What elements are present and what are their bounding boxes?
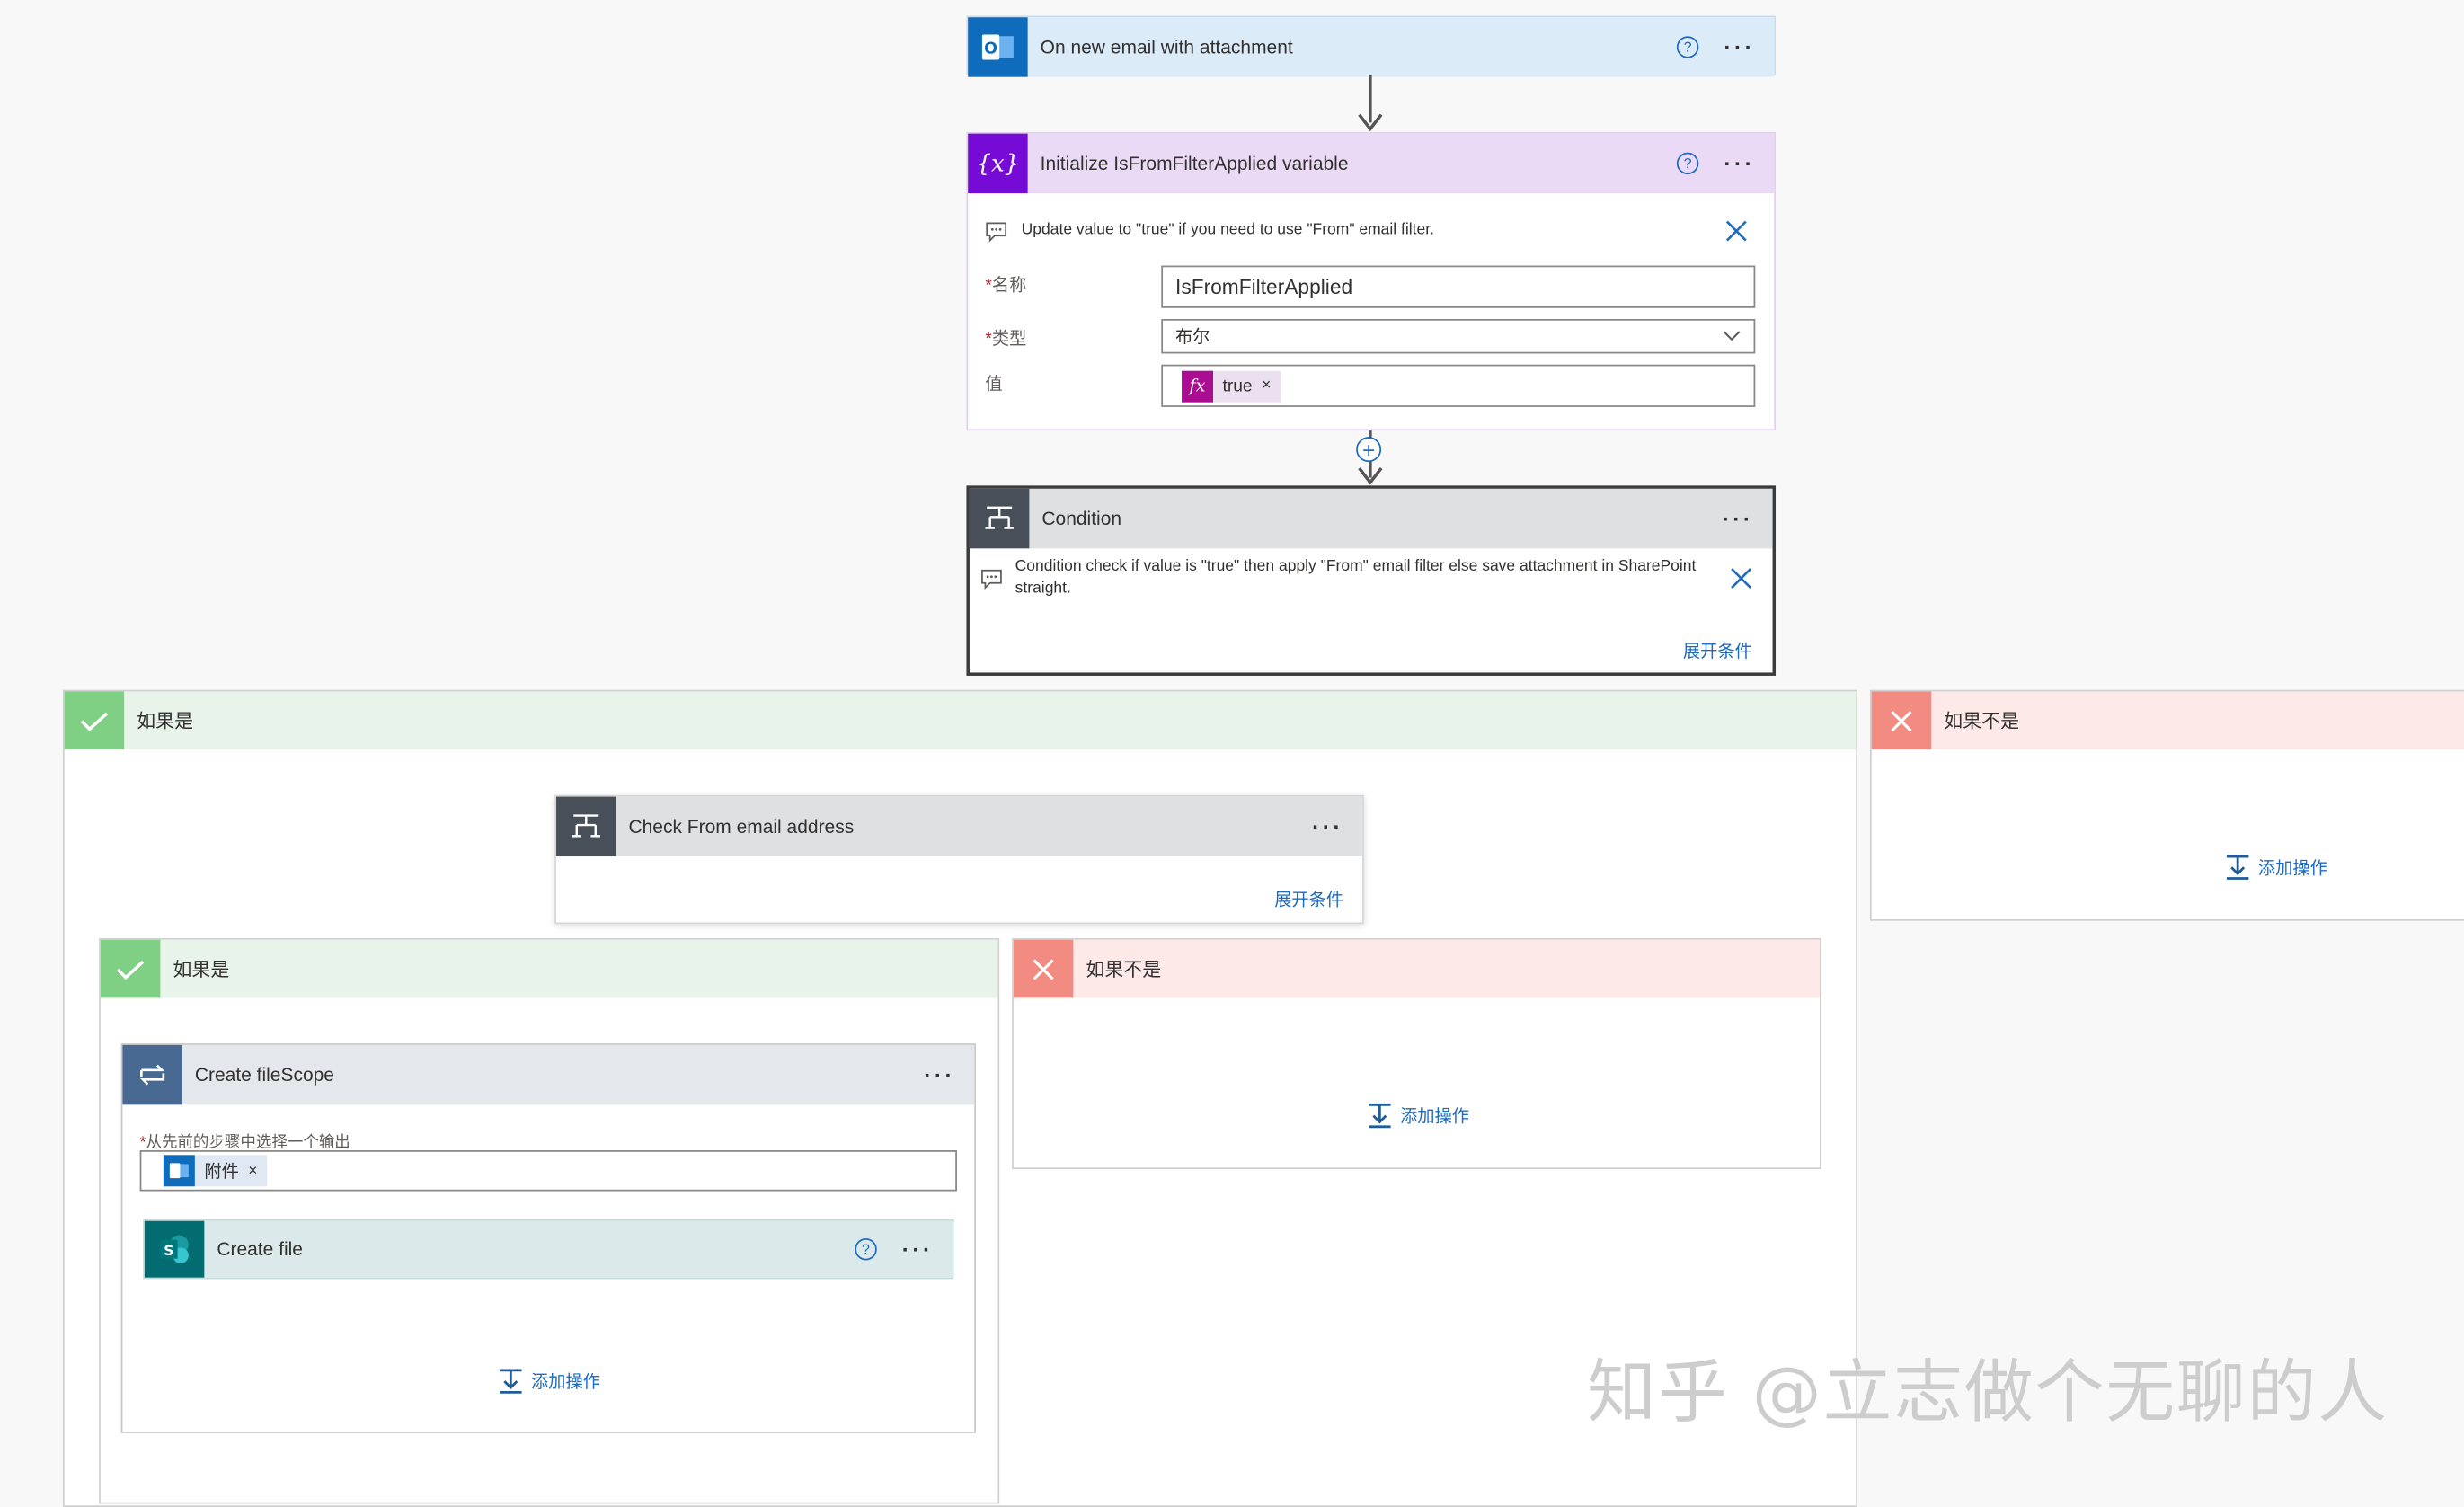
flow-canvas: O On new email with attachment ? ··· {x}… bbox=[0, 0, 2464, 1507]
select-output-input[interactable]: 附件 × bbox=[139, 1150, 957, 1192]
check-from-card[interactable]: Check From email address ··· 展开条件 bbox=[554, 794, 1364, 925]
value-input[interactable]: fx true × bbox=[1161, 364, 1756, 407]
name-input[interactable]: IsFromFilterApplied bbox=[1161, 265, 1756, 308]
check-icon bbox=[100, 939, 161, 998]
token-remove-icon[interactable]: × bbox=[248, 1162, 267, 1179]
comment-text: Update value to "true" if you need to us… bbox=[1021, 221, 1434, 239]
create-scope-card[interactable]: Create fileScope ··· *从先前的步骤中选择一个输出 附件 ×… bbox=[120, 1043, 976, 1433]
outlook-icon: O bbox=[968, 17, 1028, 77]
arrow-down-icon bbox=[1358, 467, 1383, 485]
trigger-card[interactable]: O On new email with attachment ? ··· bbox=[966, 15, 1777, 77]
close-comment-icon[interactable] bbox=[1725, 220, 1747, 242]
expression-token[interactable]: fx true × bbox=[1182, 369, 1281, 402]
chevron-down-icon bbox=[1723, 331, 1741, 341]
attachment-token[interactable]: 附件 × bbox=[163, 1155, 268, 1187]
token-text: 附件 bbox=[204, 1163, 239, 1183]
type-select[interactable]: 布尔 bbox=[1161, 318, 1756, 354]
branch-no-header[interactable]: 如果不是 bbox=[1871, 691, 2464, 750]
svg-text:O: O bbox=[984, 40, 997, 58]
branch-yes-header[interactable]: 如果是 bbox=[64, 691, 1857, 750]
create-file-card[interactable]: S Create file ? ··· bbox=[143, 1219, 954, 1280]
more-menu-icon[interactable]: ··· bbox=[902, 1237, 934, 1262]
add-action-icon bbox=[1369, 1103, 1391, 1129]
trigger-header[interactable]: O On new email with attachment ? ··· bbox=[968, 17, 1775, 77]
name-label: *名称 bbox=[985, 276, 1027, 296]
condition-header[interactable]: Condition ··· bbox=[969, 488, 1773, 549]
expand-condition-link[interactable]: 展开条件 bbox=[1274, 886, 1343, 911]
branch-yes-title: 如果是 bbox=[137, 710, 194, 732]
loop-icon bbox=[122, 1044, 182, 1105]
comment-icon bbox=[986, 222, 1007, 243]
branch-no: 如果不是 添加操作 bbox=[1869, 689, 2464, 921]
plus-icon: + bbox=[1361, 437, 1376, 463]
svg-text:S: S bbox=[164, 1242, 173, 1259]
variable-icon: {x} bbox=[968, 133, 1028, 194]
fx-icon: fx bbox=[1182, 369, 1213, 402]
more-menu-icon[interactable]: ··· bbox=[1724, 151, 1755, 176]
more-menu-icon[interactable]: ··· bbox=[1724, 34, 1755, 59]
init-variable-header[interactable]: {x} Initialize IsFromFilterApplied varia… bbox=[968, 133, 1775, 194]
condition-card[interactable]: Condition ··· Condition check if value i… bbox=[966, 485, 1777, 676]
token-text: true bbox=[1222, 376, 1253, 395]
close-comment-icon[interactable] bbox=[1730, 567, 1751, 589]
add-action-button[interactable]: 添加操作 bbox=[497, 1369, 600, 1394]
help-icon[interactable]: ? bbox=[855, 1237, 877, 1261]
create-scope-title: Create fileScope bbox=[194, 1063, 334, 1086]
create-file-header[interactable]: S Create file ? ··· bbox=[144, 1220, 953, 1278]
condition-icon bbox=[969, 488, 1030, 549]
type-label: *类型 bbox=[985, 330, 1027, 350]
help-icon[interactable]: ? bbox=[1676, 36, 1699, 58]
condition-title: Condition bbox=[1041, 507, 1122, 530]
watermark-text: 知乎 @立志做个无聊的人 bbox=[1587, 1352, 2389, 1433]
help-icon[interactable]: ? bbox=[1676, 152, 1699, 175]
add-action-button[interactable]: 添加操作 bbox=[2223, 855, 2327, 880]
value-label: 值 bbox=[985, 375, 1003, 394]
create-file-title: Create file bbox=[217, 1237, 303, 1261]
check-from-header[interactable]: Check From email address ··· bbox=[556, 796, 1363, 857]
outlook-icon bbox=[163, 1155, 195, 1187]
cross-icon bbox=[1013, 939, 1074, 998]
token-remove-icon[interactable]: × bbox=[1262, 377, 1281, 394]
more-menu-icon[interactable]: ··· bbox=[1723, 506, 1754, 531]
branch-no-title: 如果不是 bbox=[1944, 710, 2020, 732]
inner-no-header[interactable]: 如果不是 bbox=[1013, 939, 1820, 998]
inner-branch-no: 如果不是 添加操作 bbox=[1012, 937, 1821, 1170]
check-icon bbox=[64, 691, 125, 750]
inner-no-title: 如果不是 bbox=[1086, 958, 1162, 981]
add-action-icon bbox=[500, 1369, 522, 1394]
add-action-icon bbox=[2226, 855, 2249, 880]
comment-icon bbox=[981, 569, 1002, 590]
more-menu-icon[interactable]: ··· bbox=[1312, 814, 1343, 839]
init-variable-card[interactable]: {x} Initialize IsFromFilterApplied varia… bbox=[966, 131, 1777, 431]
inner-yes-header[interactable]: 如果是 bbox=[100, 939, 998, 998]
cross-icon bbox=[1871, 691, 1932, 750]
variable-icon-glyph: {x} bbox=[976, 149, 1020, 178]
condition-icon bbox=[556, 796, 616, 857]
inner-yes-title: 如果是 bbox=[173, 958, 230, 981]
more-menu-icon[interactable]: ··· bbox=[924, 1062, 955, 1087]
insert-step-button[interactable]: + bbox=[1356, 437, 1382, 463]
trigger-title: On new email with attachment bbox=[1040, 36, 1293, 58]
arrow-down-icon bbox=[1358, 113, 1383, 132]
add-action-button[interactable]: 添加操作 bbox=[1366, 1103, 1469, 1129]
check-from-title: Check From email address bbox=[628, 815, 855, 838]
expand-condition-link[interactable]: 展开条件 bbox=[1683, 638, 1752, 663]
create-scope-header[interactable]: Create fileScope ··· bbox=[122, 1044, 975, 1105]
init-variable-title: Initialize IsFromFilterApplied variable bbox=[1040, 152, 1349, 175]
select-output-label: *从先前的步骤中选择一个输出 bbox=[139, 1134, 350, 1152]
comment-text: Condition check if value is "true" then … bbox=[1015, 557, 1697, 598]
sharepoint-icon: S bbox=[144, 1220, 205, 1278]
